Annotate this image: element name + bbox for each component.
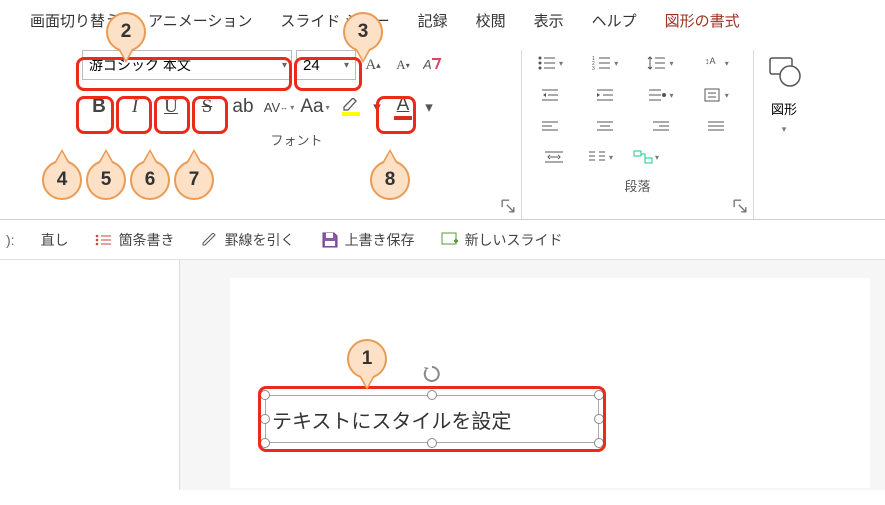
font-color-icon: A — [397, 94, 410, 116]
columns-button[interactable]: ▾ — [582, 144, 618, 170]
underline-button[interactable]: U — [154, 90, 188, 124]
chevron-down-icon: ▾ — [282, 60, 287, 71]
font-dialog-launcher[interactable] — [501, 199, 515, 213]
convert-smartart-button[interactable]: ▾ — [628, 144, 664, 170]
bullets-icon — [95, 233, 113, 247]
change-case-button[interactable]: Aa▾ — [298, 90, 332, 124]
group-font-label: フォント — [82, 130, 511, 149]
tab-review[interactable]: 校閲 — [476, 10, 506, 31]
qat-redo[interactable]: 直し — [41, 230, 69, 250]
bold-button[interactable]: B — [82, 90, 116, 124]
new-slide-icon — [441, 232, 459, 248]
numbering-button[interactable]: 123▾ — [587, 50, 623, 76]
selected-textbox[interactable]: テキストにスタイルを設定 — [265, 395, 599, 443]
increase-font-size-button[interactable]: A▴ — [360, 52, 386, 78]
font-color-dropdown[interactable]: ▾ — [422, 94, 436, 120]
chevron-down-icon: ▾ — [344, 60, 349, 71]
insert-shape-button[interactable] — [764, 54, 804, 93]
decrease-indent-button[interactable] — [532, 82, 568, 108]
group-paragraph-label: 段落 — [532, 176, 743, 195]
tab-help[interactable]: ヘルプ — [592, 10, 637, 31]
align-center-button[interactable] — [587, 114, 623, 140]
align-right-button[interactable] — [643, 114, 679, 140]
font-size-dropdown[interactable]: 24 ▾ — [296, 50, 356, 80]
group-shapes: 図形 ▾ — [754, 50, 814, 219]
highlight-color-dropdown[interactable]: ▾ — [370, 94, 384, 120]
group-paragraph: ▾ 123▾ ▾ ↕A▾ ▾ ▾ ▾ ▾ 段落 — [522, 50, 754, 219]
italic-button[interactable]: I — [118, 90, 152, 124]
tab-animation[interactable]: アニメーション — [148, 10, 252, 31]
font-color-button[interactable]: A — [386, 90, 420, 124]
align-text-button[interactable]: ▾ — [698, 82, 734, 108]
text-direction-button[interactable]: ↕A▾ — [698, 50, 734, 76]
resize-handle[interactable] — [594, 414, 604, 424]
character-spacing-button[interactable]: AV↔▾ — [262, 90, 296, 124]
qat-save[interactable]: 上書き保存 — [321, 230, 415, 250]
rotate-handle[interactable] — [422, 364, 442, 390]
svg-text:A: A — [423, 57, 432, 72]
align-left-button[interactable] — [532, 114, 568, 140]
justify-button[interactable] — [698, 114, 734, 140]
slide-canvas[interactable] — [180, 260, 885, 490]
bullets-button[interactable]: ▾ — [532, 50, 568, 76]
increase-indent-button[interactable] — [587, 82, 623, 108]
highlighter-icon — [342, 98, 360, 112]
font-name-dropdown[interactable]: 游ゴシック 本文 ▾ — [82, 50, 292, 80]
font-name-value: 游ゴシック 本文 — [89, 55, 191, 75]
tab-view[interactable]: 表示 — [534, 10, 564, 31]
tab-record[interactable]: 記録 — [418, 10, 448, 31]
distribute-button[interactable] — [536, 144, 572, 170]
slide-thumbnail-pane[interactable] — [0, 260, 180, 490]
qat-new-slide[interactable]: 新しいスライド — [441, 230, 563, 250]
ribbon-tabs: 画面切り替え アニメーション スライド ショー 記録 校閲 表示 ヘルプ 図形の… — [0, 0, 885, 40]
strikethrough-button[interactable]: S — [190, 90, 224, 124]
save-icon — [321, 232, 339, 248]
group-font: 游ゴシック 本文 ▾ 24 ▾ A▴ A▾ A B I U S ab AV↔▾ … — [72, 50, 522, 219]
tab-shape-format[interactable]: 図形の書式 — [665, 10, 740, 31]
resize-handle[interactable] — [427, 390, 437, 400]
shapes-label: 図形 — [771, 99, 797, 118]
resize-handle[interactable] — [427, 438, 437, 448]
text-shadow-button[interactable]: ab — [226, 90, 260, 124]
chevron-down-icon: ▾ — [782, 124, 787, 135]
textbox-content: テキストにスタイルを設定 — [272, 405, 511, 434]
slide — [230, 278, 870, 488]
font-color-swatch — [394, 116, 412, 120]
pencil-icon — [201, 233, 219, 247]
resize-handle[interactable] — [260, 438, 270, 448]
paragraph-dialog-launcher[interactable] — [733, 199, 747, 213]
sort-button[interactable]: ▾ — [643, 82, 679, 108]
clear-formatting-button[interactable]: A — [420, 52, 446, 78]
tab-slideshow[interactable]: スライド ショー — [280, 10, 389, 31]
highlight-color-button[interactable] — [334, 90, 368, 124]
qat-bullets[interactable]: 箇条書き — [95, 230, 175, 250]
decrease-font-size-button[interactable]: A▾ — [390, 52, 416, 78]
editor-area — [0, 260, 885, 490]
font-size-value: 24 — [303, 57, 320, 74]
svg-text:↕A: ↕A — [705, 56, 716, 66]
quick-access-toolbar: ): 直し 箇条書き 罫線を引く 上書き保存 新しいスライド — [0, 220, 885, 260]
resize-handle[interactable] — [260, 414, 270, 424]
ribbon: 游ゴシック 本文 ▾ 24 ▾ A▴ A▾ A B I U S ab AV↔▾ … — [0, 40, 885, 220]
resize-handle[interactable] — [594, 438, 604, 448]
resize-handle[interactable] — [260, 390, 270, 400]
svg-text:3: 3 — [592, 66, 595, 71]
highlight-swatch — [342, 112, 360, 116]
line-spacing-button[interactable]: ▾ — [643, 50, 679, 76]
resize-handle[interactable] — [594, 390, 604, 400]
qat-borders[interactable]: 罫線を引く — [201, 230, 295, 250]
tab-transitions[interactable]: 画面切り替え — [30, 10, 120, 31]
